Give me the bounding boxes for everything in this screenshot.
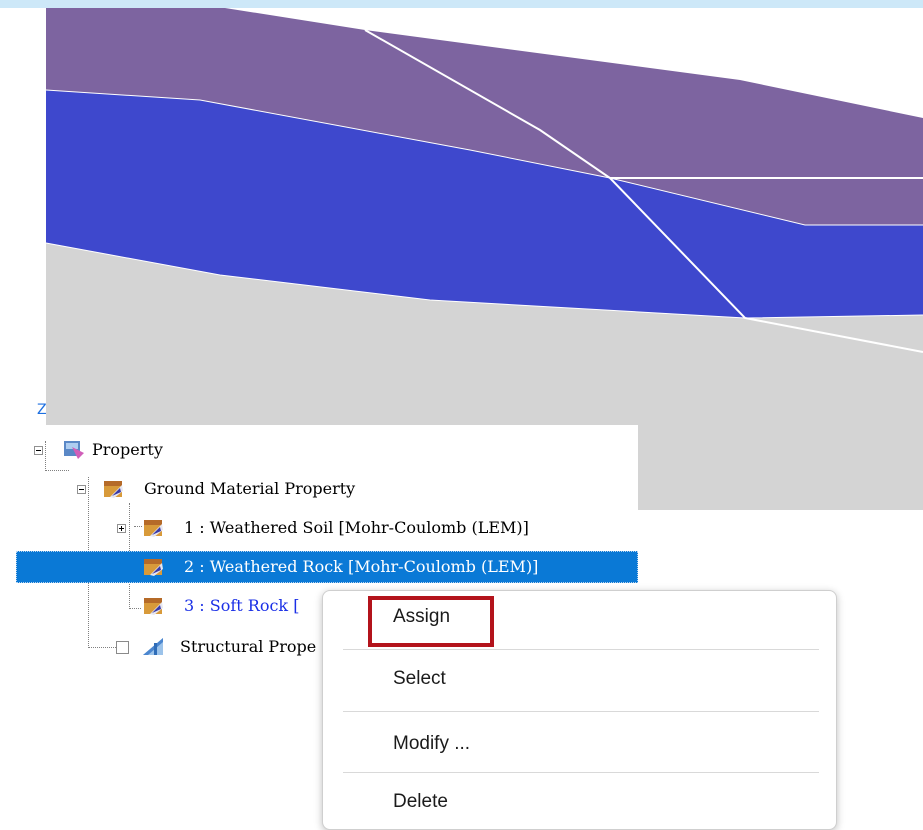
ground-material-icon bbox=[104, 481, 123, 498]
tree-label: 2 : Weathered Rock [Mohr-Coulomb (LEM)] bbox=[184, 557, 539, 576]
tree-node-ground-material[interactable]: Ground Material Property bbox=[16, 474, 416, 504]
material-icon bbox=[144, 520, 163, 537]
tree-node-material-3[interactable]: 3 : Soft Rock [ bbox=[16, 591, 336, 621]
structural-checkbox[interactable] bbox=[116, 641, 129, 654]
property-icon bbox=[64, 441, 84, 459]
material-icon bbox=[144, 559, 163, 576]
tree-label: Structural Prope bbox=[180, 637, 317, 656]
tree-node-property[interactable]: Property bbox=[16, 435, 316, 465]
menu-item-delete[interactable]: Delete bbox=[393, 787, 448, 817]
menu-separator bbox=[343, 649, 819, 650]
tree-node-material-1[interactable]: 1 : Weathered Soil [Mohr-Coulomb (LEM)] bbox=[16, 513, 638, 543]
collapse-icon[interactable] bbox=[77, 485, 86, 494]
menu-item-select[interactable]: Select bbox=[393, 664, 446, 694]
tree-label: Property bbox=[92, 440, 163, 459]
menu-separator bbox=[343, 772, 819, 773]
tree-label: 1 : Weathered Soil [Mohr-Coulomb (LEM)] bbox=[184, 518, 529, 537]
expand-icon[interactable] bbox=[117, 524, 126, 533]
menu-separator bbox=[343, 711, 819, 712]
tree-guide bbox=[45, 470, 69, 471]
context-menu[interactable]: Assign Select Modify ... Delete bbox=[322, 590, 837, 830]
tree-node-material-2[interactable]: 2 : Weathered Rock [Mohr-Coulomb (LEM)] bbox=[16, 552, 638, 582]
menu-item-modify[interactable]: Modify ... bbox=[393, 729, 470, 759]
collapse-icon[interactable] bbox=[34, 446, 43, 455]
axis-z-label: Z bbox=[37, 402, 47, 418]
tree-label: Ground Material Property bbox=[144, 479, 356, 498]
material-icon bbox=[144, 598, 163, 615]
tree-label: 3 : Soft Rock [ bbox=[184, 596, 300, 615]
structural-icon bbox=[143, 638, 163, 655]
tree-node-structural[interactable]: Structural Prope bbox=[16, 632, 336, 662]
menu-item-assign[interactable]: Assign bbox=[393, 602, 450, 632]
